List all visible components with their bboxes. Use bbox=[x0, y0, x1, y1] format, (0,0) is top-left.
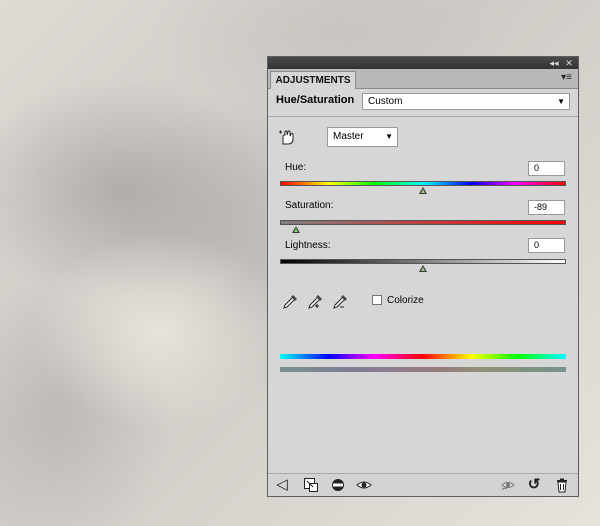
reset-icon[interactable]: ↺ bbox=[526, 477, 542, 493]
hue-slider-thumb[interactable] bbox=[419, 187, 427, 194]
eyedropper-plus-icon[interactable] bbox=[306, 293, 324, 311]
saturation-slider-track[interactable] bbox=[280, 220, 566, 225]
chevron-down-icon: ▼ bbox=[385, 132, 393, 141]
preset-select[interactable]: Custom ▼ bbox=[362, 93, 570, 110]
adjustment-header: Hue/Saturation Custom ▼ bbox=[268, 89, 578, 115]
hue-label: Hue: bbox=[285, 162, 307, 173]
saturation-slider-thumb[interactable] bbox=[291, 226, 300, 233]
visibility-toggle-icon[interactable] bbox=[330, 477, 346, 493]
colorize-label: Colorize bbox=[387, 295, 424, 306]
close-icon[interactable]: ✕ bbox=[562, 57, 576, 69]
lightness-slider-track[interactable] bbox=[280, 259, 566, 264]
hand-adjust-icon[interactable] bbox=[278, 128, 296, 146]
tab-adjustments[interactable]: ADJUSTMENTS bbox=[270, 71, 356, 89]
channel-value: Master bbox=[333, 131, 364, 142]
hue-slider-track[interactable] bbox=[280, 181, 566, 186]
eye-icon[interactable] bbox=[356, 477, 372, 493]
output-color-spectrum bbox=[280, 367, 566, 372]
chevron-down-icon: ▼ bbox=[557, 97, 565, 106]
tab-row: ADJUSTMENTS ▾≡ bbox=[268, 69, 578, 89]
view-previous-icon[interactable] bbox=[500, 477, 516, 493]
saturation-input[interactable]: -89 bbox=[528, 200, 565, 215]
lightness-input[interactable]: 0 bbox=[528, 238, 565, 253]
preset-value: Custom bbox=[368, 96, 403, 107]
divider bbox=[268, 116, 578, 117]
hue-input[interactable]: 0 bbox=[528, 161, 565, 176]
colorize-checkbox[interactable] bbox=[372, 295, 382, 305]
trash-icon[interactable] bbox=[554, 477, 570, 493]
channel-select[interactable]: Master ▼ bbox=[327, 127, 398, 147]
input-color-spectrum bbox=[280, 354, 566, 359]
lightness-label: Lightness: bbox=[285, 240, 331, 251]
back-arrow-icon[interactable]: ◁ bbox=[274, 477, 290, 493]
clip-to-layer-icon[interactable] bbox=[303, 477, 319, 493]
eyedropper-minus-icon[interactable] bbox=[331, 293, 349, 311]
saturation-label: Saturation: bbox=[285, 200, 334, 211]
adjustments-panel: ◂◂ ✕ ADJUSTMENTS ▾≡ Hue/Saturation Custo… bbox=[267, 56, 579, 497]
panel-menu-icon[interactable]: ▾≡ bbox=[561, 73, 572, 83]
eyedropper-icon[interactable] bbox=[281, 293, 299, 311]
panel-footer: ◁ ↺ bbox=[268, 473, 578, 496]
collapse-icon[interactable]: ◂◂ bbox=[547, 57, 561, 69]
lightness-slider-thumb[interactable] bbox=[419, 265, 427, 272]
adjustment-name: Hue/Saturation bbox=[276, 94, 355, 106]
panel-titlebar: ◂◂ ✕ bbox=[268, 57, 578, 69]
